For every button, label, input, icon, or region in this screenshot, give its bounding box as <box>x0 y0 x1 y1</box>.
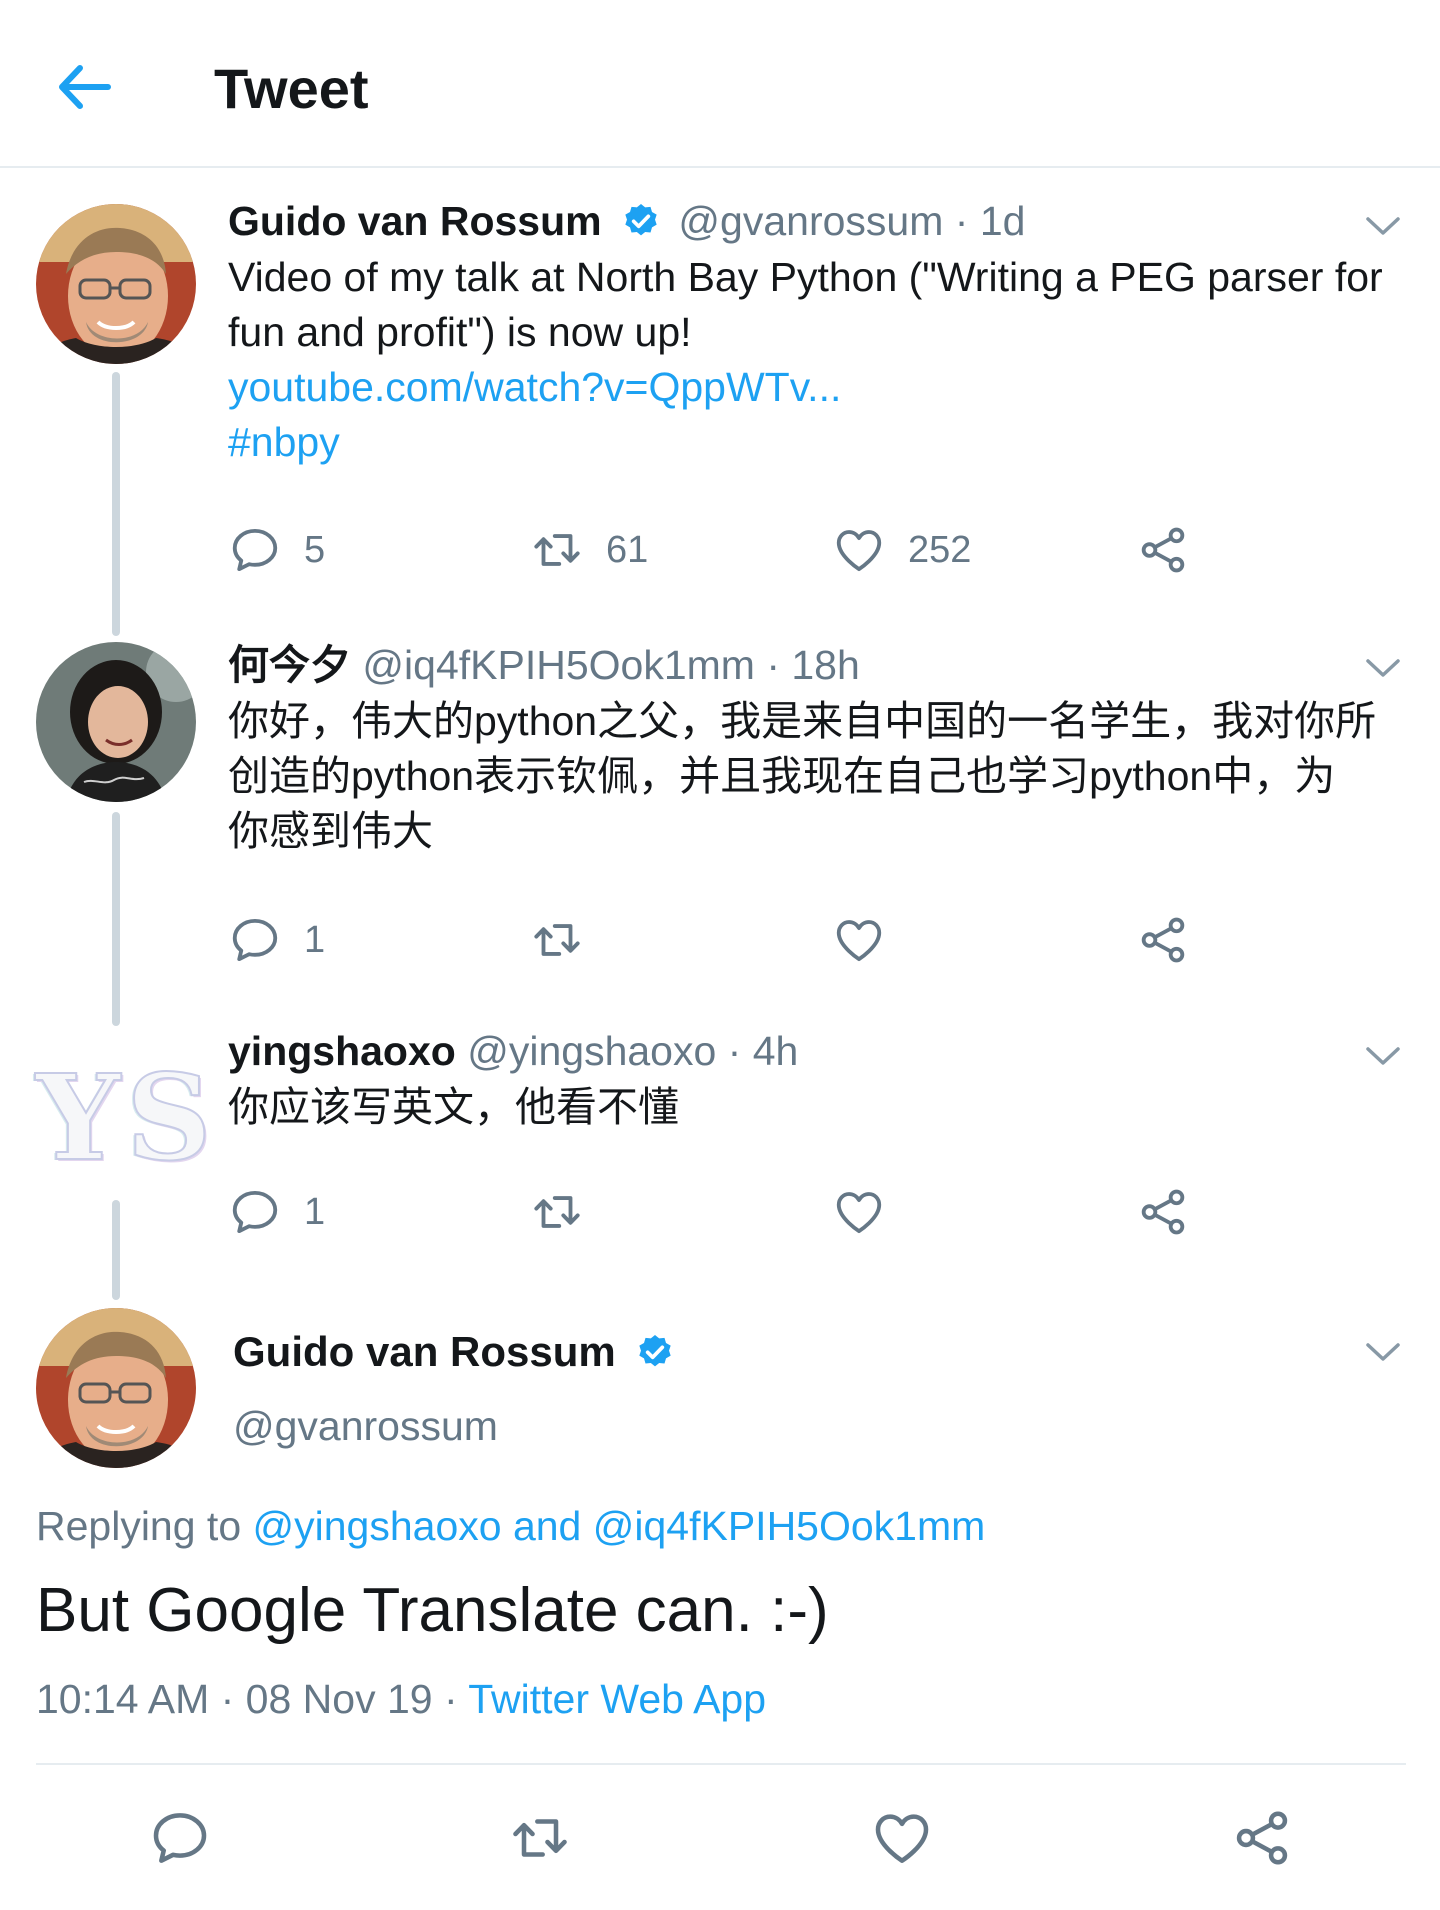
like-icon <box>832 1185 886 1239</box>
reply-button[interactable] <box>148 1806 212 1870</box>
replying-prefix: Replying to <box>36 1503 253 1549</box>
share-button[interactable] <box>1230 1806 1294 1870</box>
share-icon <box>1136 1185 1190 1239</box>
avatar[interactable]: YS <box>35 1038 218 1198</box>
retweet-icon <box>530 523 584 577</box>
avatar-initials: YS <box>35 1047 218 1188</box>
tweet-text-line: 创造的python表示钦佩，并且我现在自己也学习python中，为 <box>228 753 1336 799</box>
tweet-text-line: 你感到伟大 <box>228 808 433 854</box>
top-bar: Tweet <box>0 0 1440 168</box>
tweet-time[interactable]: 4h <box>753 1028 799 1074</box>
replying-to: Replying to @yingshaoxo and @iq4fKPIH5Oo… <box>36 1503 985 1550</box>
author-handle[interactable]: @gvanrossum <box>678 198 943 244</box>
chevron-down-icon[interactable] <box>1364 1340 1402 1364</box>
reply-icon <box>228 523 282 577</box>
author-name[interactable]: Guido van Rossum <box>228 198 602 244</box>
share-icon <box>1136 913 1190 967</box>
tweet-time[interactable]: 1d <box>980 198 1026 244</box>
avatar[interactable] <box>36 1308 196 1468</box>
main-tweet-text: But Google Translate can. :-) <box>36 1576 829 1645</box>
like-icon <box>832 523 886 577</box>
retweet-icon <box>530 913 584 967</box>
share-button[interactable] <box>1136 1182 1190 1242</box>
tweet-text-line: fun and profit") is now up! <box>228 309 692 355</box>
reply-count: 1 <box>304 1190 326 1233</box>
tweet-text: 你好，伟大的python之父，我是来自中国的一名学生，我对你所 创造的pytho… <box>228 694 1418 859</box>
author-handle[interactable]: @iq4fKPIH5Ook1mm <box>362 642 755 688</box>
like-count: 252 <box>908 528 972 571</box>
retweet-icon <box>530 1185 584 1239</box>
tweet-link[interactable]: youtube.com/watch?v=QppWTv... <box>228 360 1418 415</box>
page-title: Tweet <box>214 57 369 120</box>
author-handle[interactable]: @yingshaoxo <box>467 1028 716 1074</box>
like-button[interactable] <box>832 910 886 970</box>
reply-icon <box>148 1806 212 1870</box>
reply-icon <box>228 913 282 967</box>
like-button[interactable] <box>832 1182 886 1242</box>
share-button[interactable] <box>1136 520 1190 580</box>
hashtag-link[interactable]: #nbpy <box>228 415 1418 470</box>
tweet-text-line: 你应该写英文，他看不懂 <box>228 1084 679 1130</box>
chevron-down-icon[interactable] <box>1364 1044 1402 1068</box>
author-name[interactable]: Guido van Rossum <box>233 1328 616 1375</box>
like-button[interactable] <box>870 1806 934 1870</box>
thread-line <box>112 372 120 636</box>
mention-link[interactable]: @iq4fKPIH5Ook1mm <box>593 1503 986 1549</box>
tweet-header: yingshaoxo @yingshaoxo · 4h <box>228 1026 798 1076</box>
retweet-button[interactable] <box>530 1182 584 1242</box>
thread-line <box>112 1200 120 1300</box>
tweet-header: Guido van Rossum @gvanrossum · 1d <box>228 196 1025 246</box>
divider <box>36 1763 1406 1765</box>
main-author: Guido van Rossum <box>233 1328 681 1376</box>
avatar[interactable] <box>36 642 196 802</box>
verified-icon <box>635 1332 675 1372</box>
like-icon <box>832 913 886 967</box>
share-icon <box>1230 1806 1294 1870</box>
reply-button[interactable]: 1 <box>228 910 325 970</box>
tweet-meta: 10:14 AM · 08 Nov 19 · Twitter Web App <box>36 1676 766 1723</box>
author-name[interactable]: yingshaoxo <box>228 1028 456 1074</box>
separator: · <box>754 642 792 688</box>
author-name[interactable]: 何今夕 <box>228 642 351 688</box>
separator: · <box>943 198 980 244</box>
reply-button[interactable]: 1 <box>228 1182 325 1242</box>
tweet-text: 你应该写英文，他看不懂 <box>228 1080 1418 1135</box>
tweet-text-line: Video of my talk at North Bay Python ("W… <box>228 254 1383 300</box>
like-button[interactable]: 252 <box>832 520 971 580</box>
retweet-icon <box>508 1806 572 1870</box>
author-handle[interactable]: @gvanrossum <box>233 1403 498 1450</box>
tweet-time[interactable]: 18h <box>791 642 859 688</box>
chevron-down-icon[interactable] <box>1364 656 1402 680</box>
chevron-down-icon[interactable] <box>1364 214 1402 238</box>
mention-link[interactable]: @yingshaoxo <box>253 1503 502 1549</box>
reply-icon <box>228 1185 282 1239</box>
tweet-text: Video of my talk at North Bay Python ("W… <box>228 250 1418 470</box>
share-button[interactable] <box>1136 910 1190 970</box>
back-arrow-icon[interactable] <box>50 52 120 122</box>
and-text: and <box>501 1503 593 1549</box>
retweet-button[interactable]: 61 <box>530 520 648 580</box>
source-link[interactable]: Twitter Web App <box>468 1676 766 1722</box>
avatar[interactable] <box>36 204 196 364</box>
reply-count: 1 <box>304 918 326 961</box>
tweet-header: 何今夕 @iq4fKPIH5Ook1mm · 18h <box>228 640 860 690</box>
tweet-timestamp: 10:14 AM · 08 Nov 19 · <box>36 1676 469 1722</box>
retweet-button[interactable] <box>508 1806 572 1870</box>
share-icon <box>1136 523 1190 577</box>
reply-button[interactable]: 5 <box>228 520 325 580</box>
reply-count: 5 <box>304 528 326 571</box>
thread-line <box>112 812 120 1026</box>
retweet-button[interactable] <box>530 910 584 970</box>
retweet-count: 61 <box>606 528 649 571</box>
tweet-text-line: 你好，伟大的python之父，我是来自中国的一名学生，我对你所 <box>228 698 1377 744</box>
like-icon <box>870 1806 934 1870</box>
verified-icon <box>621 201 661 241</box>
separator: · <box>716 1028 753 1074</box>
